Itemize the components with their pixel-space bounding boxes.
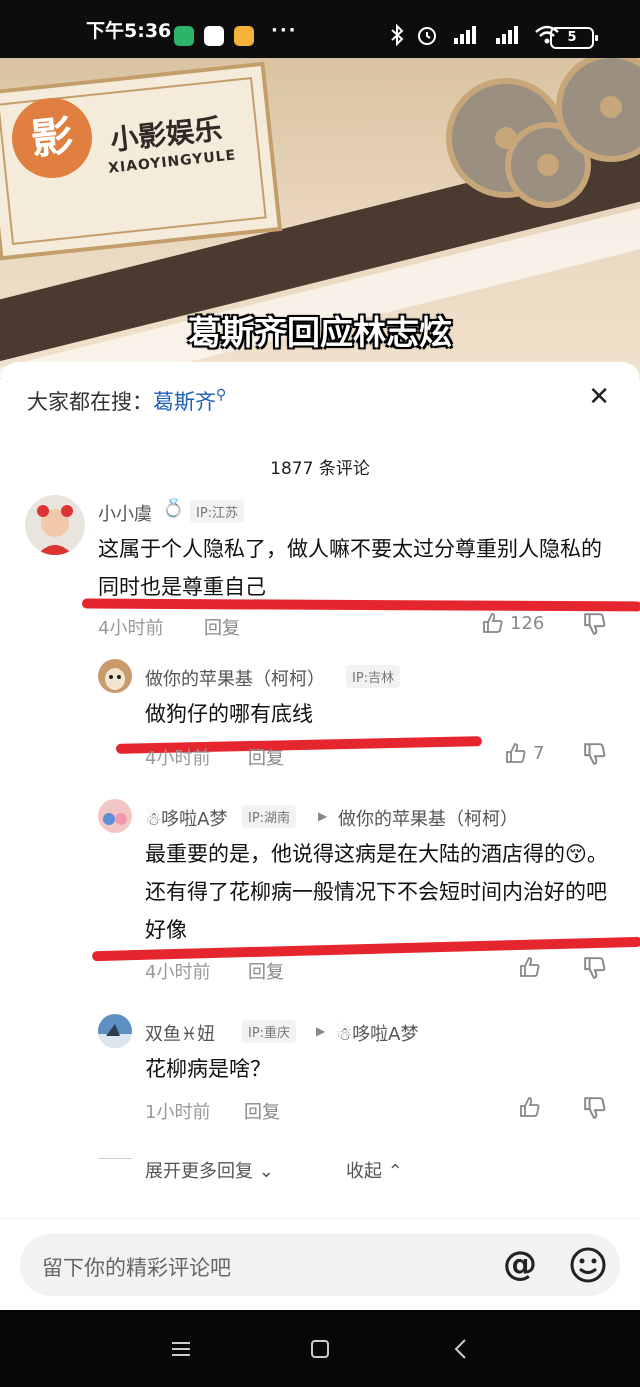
divider-line — [98, 1158, 132, 1159]
comment-sheet: 大家都在搜：葛斯齐⚲ ✕ 1877 条评论 小小虞 💍 IP:江苏 这属于个人隐… — [0, 362, 640, 1310]
comment-text: 花柳病是啥？ — [145, 1057, 271, 1081]
thumbs-up-icon — [520, 957, 540, 977]
video-preview[interactable]: 影 小影娱乐 XIAOYINGYULE 葛斯齐回应林志炫 — [0, 58, 640, 378]
comment-time: 4小时前 — [145, 748, 211, 769]
reply-target-username[interactable]: ☃哆啦A梦 — [336, 1020, 418, 1046]
comment-time: 4小时前 — [98, 618, 164, 639]
chevron-down-icon: ⌄ — [258, 1161, 274, 1182]
comment-input[interactable]: 留下你的精彩评论吧 @ — [20, 1234, 620, 1296]
status-time: 下午5:36 — [86, 20, 172, 42]
notes-app-icon — [234, 26, 254, 46]
home-icon[interactable] — [307, 1336, 333, 1362]
signal-icon-1 — [454, 26, 476, 44]
reply-arrow-icon: ▶ — [318, 809, 328, 823]
avatar[interactable] — [98, 1014, 132, 1048]
reply-button[interactable]: 回复 — [244, 1098, 280, 1124]
status-bar: 下午5:36 ··· 5 — [0, 0, 640, 58]
bluetooth-icon — [391, 24, 404, 46]
comment-username[interactable]: 做你的苹果基（柯柯） — [145, 665, 325, 691]
system-nav-bar — [0, 1310, 640, 1387]
comment-time: 4小时前 — [145, 962, 211, 983]
comment-username[interactable]: 双鱼♓妞 — [145, 1020, 215, 1046]
trending-search-keyword[interactable]: 葛斯齐 — [153, 390, 216, 414]
video-title: 葛斯齐回应林志炫 — [188, 313, 452, 352]
thumbs-up-icon — [520, 1097, 540, 1117]
divider — [0, 1218, 640, 1219]
thumbs-down-icon[interactable] — [583, 1096, 607, 1120]
emoji-icon[interactable] — [569, 1246, 607, 1284]
thumbs-up-icon — [483, 613, 503, 633]
ip-location: IP:重庆 — [242, 1020, 297, 1043]
comment-time: 1小时前 — [145, 1102, 211, 1123]
comment-username[interactable]: ☃哆啦A梦 — [145, 805, 227, 831]
thumbs-up-icon — [506, 743, 526, 763]
thumbs-down-icon[interactable] — [583, 956, 607, 980]
avatar[interactable] — [25, 495, 85, 555]
video-app-icon — [204, 26, 224, 46]
like-count: 126 — [510, 612, 545, 634]
chevron-up-icon: ⌃ — [387, 1161, 403, 1182]
close-button[interactable]: ✕ — [588, 382, 610, 412]
signal-icon-2 — [496, 26, 518, 44]
collapse-replies-button[interactable]: 收起 ⌃ — [346, 1157, 403, 1183]
ip-location: IP:吉林 — [346, 665, 401, 688]
menu-icon[interactable] — [168, 1336, 194, 1362]
search-icon: ⚲ — [216, 387, 227, 403]
like-button[interactable]: 7 — [505, 742, 544, 764]
reply-arrow-icon: ▶ — [316, 1024, 326, 1038]
reply-button[interactable]: 回复 — [248, 958, 284, 984]
like-button[interactable] — [519, 956, 547, 978]
like-button[interactable]: 126 — [482, 612, 544, 634]
comment-input-placeholder: 留下你的精彩评论吧 — [42, 1256, 231, 1280]
reply-target-username[interactable]: 做你的苹果基（柯柯） — [338, 805, 518, 831]
alarm-icon — [418, 27, 436, 45]
like-button[interactable] — [519, 1096, 547, 1118]
security-app-icon — [174, 26, 194, 46]
avatar[interactable] — [98, 659, 132, 693]
comment-username[interactable]: 小小虞 — [98, 500, 152, 526]
diamond-badge-icon: 💍 — [162, 498, 185, 519]
collapse-label: 收起 — [346, 1161, 382, 1182]
more-notifications-icon: ··· — [271, 20, 298, 41]
comment-text: 这属于个人隐私了，做人嘛不要太过分尊重别人隐私的同时也是尊重自己 — [98, 537, 602, 599]
mention-button[interactable]: @ — [503, 1244, 537, 1284]
expand-label: 展开更多回复 — [145, 1161, 253, 1182]
status-right-icons — [390, 24, 560, 46]
like-count: 7 — [533, 742, 545, 764]
ip-location: IP:江苏 — [190, 500, 245, 523]
trending-search-label: 大家都在搜： — [27, 390, 153, 414]
reply-button[interactable]: 回复 — [204, 614, 240, 640]
reply-button[interactable]: 回复 — [248, 744, 284, 770]
highlight-underline — [81, 598, 640, 612]
thumbs-down-icon[interactable] — [583, 742, 607, 766]
comment-text: 做狗仔的哪有底线 — [145, 702, 313, 726]
battery-icon: 5 — [550, 27, 598, 49]
comment-count: 1877 条评论 — [270, 459, 370, 479]
thumbs-down-icon[interactable] — [583, 612, 607, 636]
back-icon[interactable] — [448, 1336, 474, 1362]
expand-more-replies-button[interactable]: 展开更多回复 ⌄ — [145, 1157, 274, 1183]
comment-text: 最重要的是，他说得这病是在大陆的酒店得的😚。还有得了花柳病一般情况下不会短时间内… — [145, 842, 608, 942]
ip-location: IP:湖南 — [242, 805, 297, 828]
avatar[interactable] — [98, 799, 132, 833]
trending-search[interactable]: 大家都在搜：葛斯齐⚲ — [27, 386, 226, 416]
